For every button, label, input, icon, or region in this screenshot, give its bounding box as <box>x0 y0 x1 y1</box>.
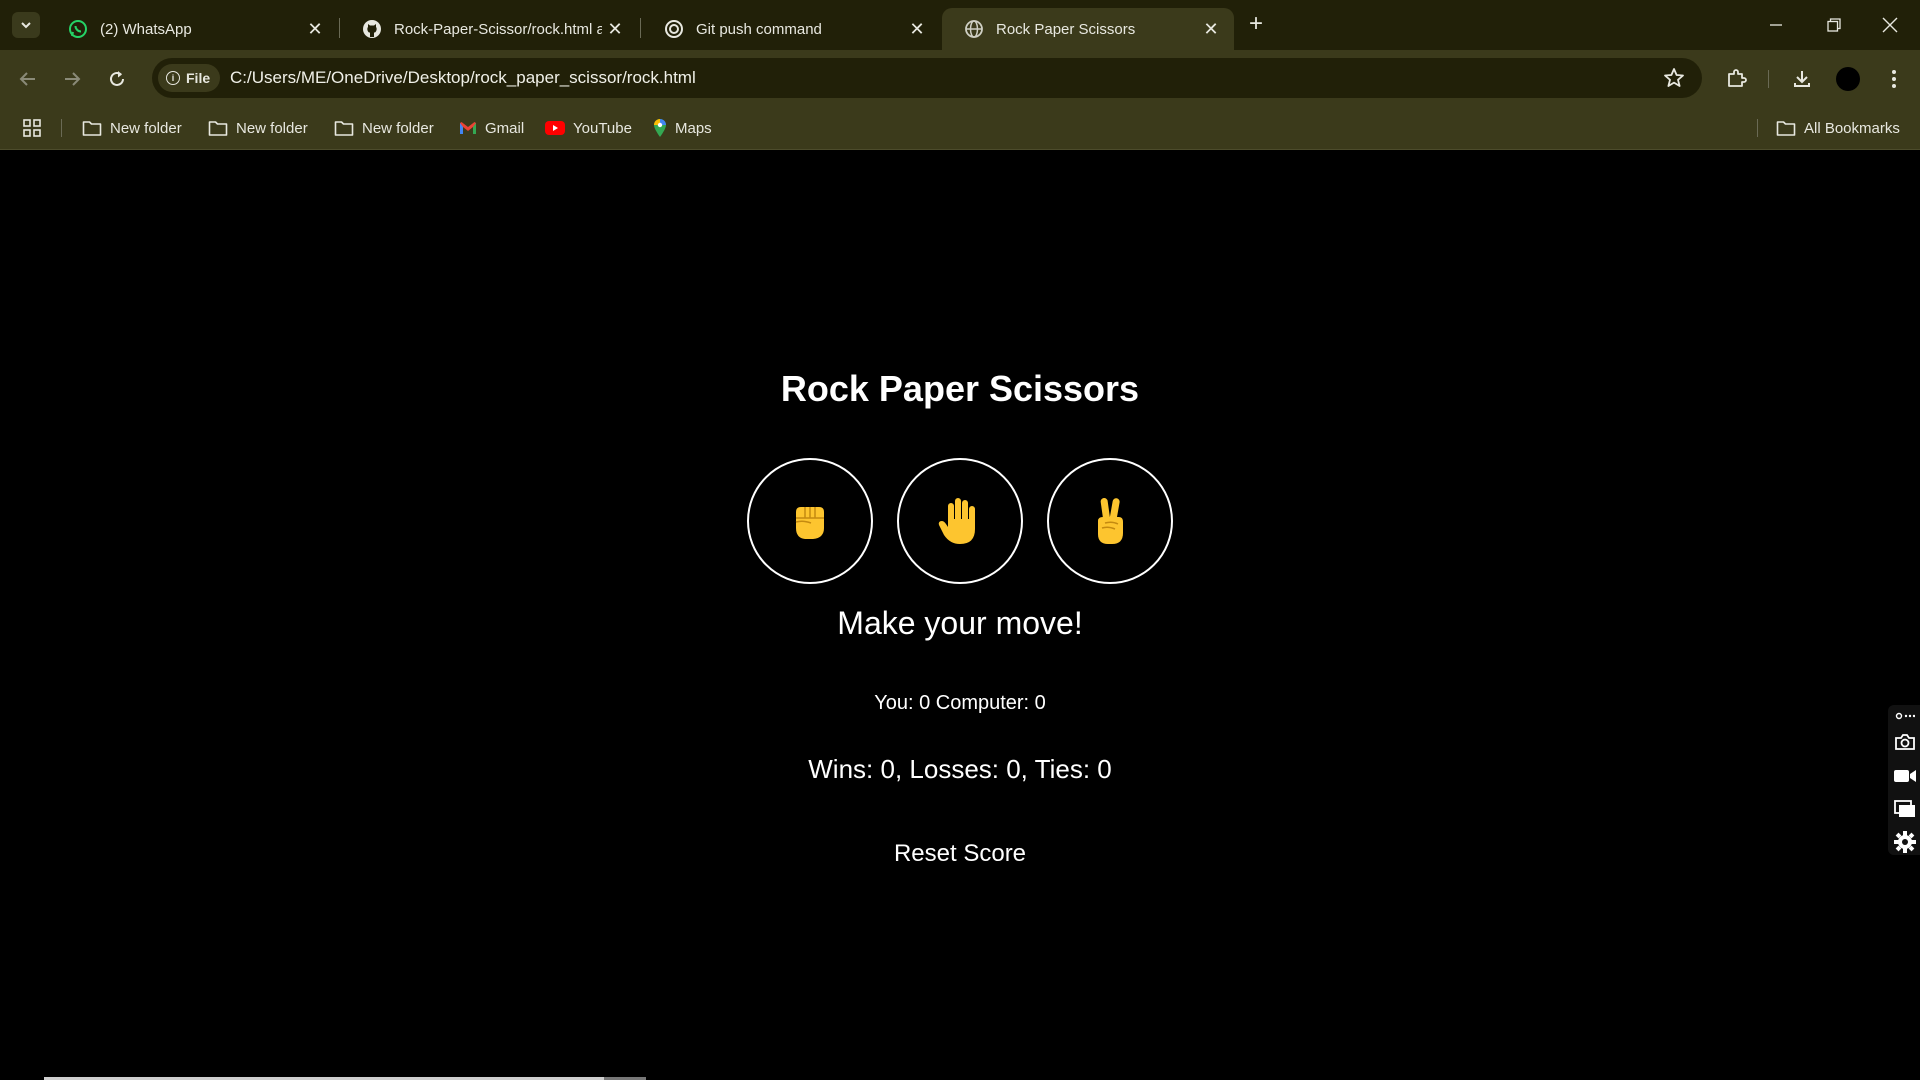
bookmarks-separator <box>61 119 62 137</box>
capture-sidebar <box>1888 705 1920 855</box>
whatsapp-icon <box>68 19 88 39</box>
folder-icon <box>208 121 228 136</box>
reload-button[interactable] <box>101 63 133 95</box>
bookmarks-separator <box>1757 119 1758 137</box>
arrow-right-icon <box>65 72 81 86</box>
result-message: Make your move! <box>837 605 1083 641</box>
close-window-button[interactable] <box>1870 10 1910 40</box>
close-icon[interactable]: ✕ <box>904 16 930 42</box>
bookmark-folder-2[interactable]: New folder <box>208 116 308 140</box>
gear-icon[interactable] <box>1893 831 1917 853</box>
apps-button[interactable] <box>22 116 50 140</box>
bookmark-folder-3[interactable]: New folder <box>334 116 434 140</box>
window-capture-icon[interactable] <box>1893 798 1917 820</box>
youtube-icon <box>545 121 565 135</box>
close-icon[interactable]: ✕ <box>1198 16 1224 42</box>
minimize-button[interactable] <box>1756 10 1796 40</box>
tab-whatsapp[interactable]: (2) WhatsApp ✕ <box>46 8 338 50</box>
page-content: Rock Paper Scissors Make your move! You:… <box>0 151 1920 1080</box>
tab-github[interactable]: Rock-Paper-Scissor/rock.html at ✕ <box>340 8 638 50</box>
bookmark-label: New folder <box>110 119 182 137</box>
puzzle-icon <box>1728 69 1747 87</box>
folder-icon <box>82 121 102 136</box>
bookmark-label: Gmail <box>485 119 525 137</box>
bookmark-maps[interactable]: Maps <box>653 116 712 140</box>
chatgpt-icon <box>664 19 684 39</box>
camera-icon[interactable] <box>1893 731 1917 753</box>
browser-toolbar: i File C:/Users/ME/OneDrive/Desktop/rock… <box>0 50 1920 107</box>
restore-icon <box>1827 18 1841 32</box>
video-camera-icon[interactable] <box>1893 765 1917 787</box>
tab-strip: (2) WhatsApp ✕ Rock-Paper-Scissor/rock.h… <box>0 0 1920 50</box>
rock-button[interactable] <box>747 458 873 584</box>
choice-buttons <box>747 458 1173 584</box>
tab-title: Rock Paper Scissors <box>996 20 1136 38</box>
bookmark-label: New folder <box>236 119 308 137</box>
tab-search-button[interactable] <box>12 12 40 38</box>
game-title: Rock Paper Scissors <box>780 368 1140 409</box>
raised-hand-icon <box>938 498 975 544</box>
bookmark-youtube[interactable]: YouTube <box>545 116 632 140</box>
tab-chatgpt[interactable]: Git push command ✕ <box>642 8 940 50</box>
folder-icon <box>1776 121 1796 136</box>
tab-separator <box>640 18 641 38</box>
menu-button[interactable] <box>1880 65 1908 93</box>
bookmark-label: YouTube <box>573 119 632 137</box>
arrow-left-icon <box>19 72 35 86</box>
scissors-button[interactable] <box>1047 458 1173 584</box>
address-bar[interactable]: i File C:/Users/ME/OneDrive/Desktop/rock… <box>152 58 1702 98</box>
tab-rock-paper-scissors[interactable]: Rock Paper Scissors ✕ <box>942 8 1234 50</box>
profile-avatar[interactable] <box>1836 67 1860 91</box>
tab-title: Rock-Paper-Scissor/rock.html at <box>394 20 602 38</box>
score-display: You: 0 Computer: 0 <box>874 692 1046 714</box>
close-icon[interactable]: ✕ <box>602 16 628 42</box>
site-info-chip[interactable]: i File <box>158 64 221 92</box>
forward-button[interactable] <box>56 63 88 95</box>
tab-title: Git push command <box>696 20 822 38</box>
victory-hand-icon <box>1098 498 1123 544</box>
maps-icon <box>654 119 666 137</box>
bookmark-folder-1[interactable]: New folder <box>82 116 182 140</box>
all-bookmarks-label: All Bookmarks <box>1804 119 1900 137</box>
bookmark-label: New folder <box>362 119 434 137</box>
github-icon <box>362 19 382 39</box>
tab-title: (2) WhatsApp <box>100 20 192 38</box>
download-icon <box>1794 71 1810 87</box>
globe-icon <box>964 19 984 39</box>
close-icon[interactable]: ✕ <box>302 16 328 42</box>
chevron-down-icon <box>21 22 31 29</box>
bookmark-gmail[interactable]: Gmail <box>459 116 524 140</box>
raised-fist-icon <box>795 507 824 539</box>
link-icon[interactable] <box>1893 709 1917 723</box>
all-bookmarks-button[interactable]: All Bookmarks <box>1776 116 1900 140</box>
bookmark-label: Maps <box>675 119 712 137</box>
apps-grid-icon <box>23 119 41 137</box>
reload-icon <box>110 71 124 86</box>
extensions-button[interactable] <box>1722 65 1750 93</box>
kebab-menu-icon <box>1892 70 1896 88</box>
scheme-label: File <box>186 70 211 86</box>
paper-button[interactable] <box>897 458 1023 584</box>
url-text[interactable]: C:/Users/ME/OneDrive/Desktop/rock_paper_… <box>230 68 696 88</box>
back-button[interactable] <box>12 63 44 95</box>
restore-button[interactable] <box>1814 10 1854 40</box>
minimize-icon <box>1770 24 1782 26</box>
folder-icon <box>334 121 354 136</box>
bookmark-star-icon[interactable] <box>1662 66 1686 90</box>
new-tab-button[interactable]: + <box>1242 12 1270 38</box>
gmail-icon <box>460 122 476 134</box>
bookmarks-bar: New folder New folder New folder Gmail Y… <box>0 107 1920 150</box>
reset-score-button[interactable]: Reset Score <box>880 837 1040 871</box>
downloads-button[interactable] <box>1788 65 1816 93</box>
tally-display: Wins: 0, Losses: 0, Ties: 0 <box>808 754 1112 784</box>
toolbar-separator <box>1768 70 1769 88</box>
close-icon <box>1882 17 1898 33</box>
info-icon: i <box>166 71 180 85</box>
